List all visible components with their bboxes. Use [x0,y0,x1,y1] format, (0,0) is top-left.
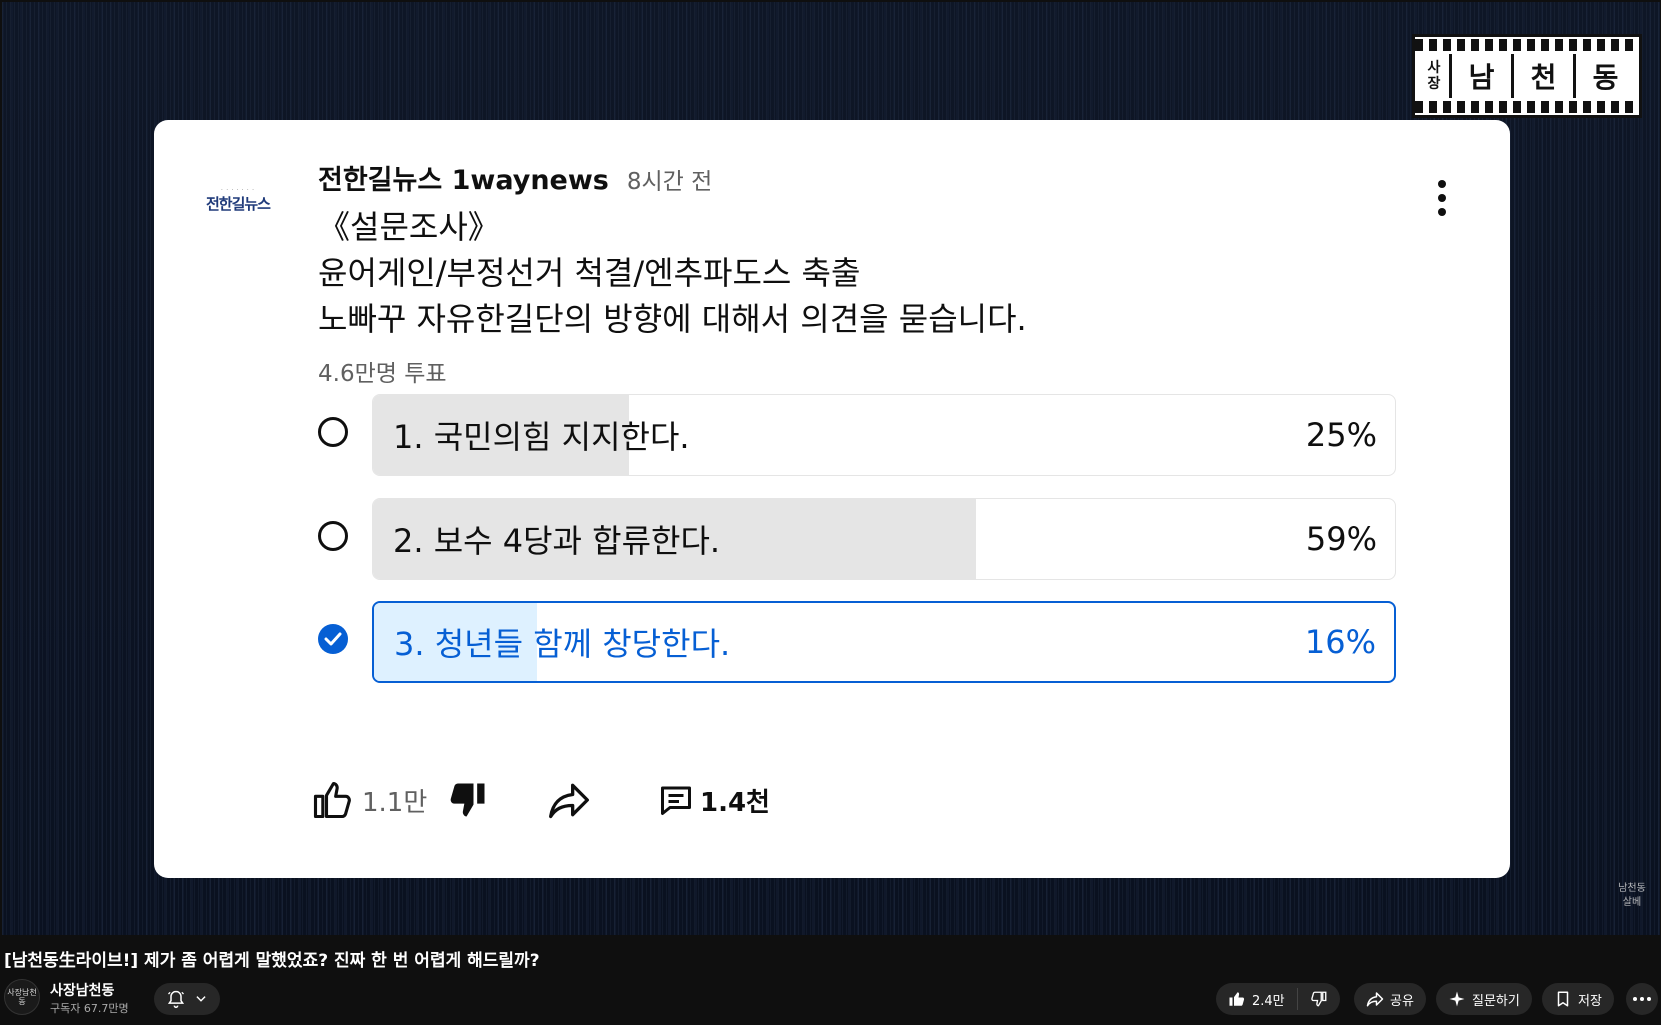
logo-char: 천 [1511,54,1573,98]
poll-radio-2[interactable] [318,521,348,551]
logo-small-text: 사 장 [1427,60,1441,92]
channel-avatar[interactable]: 사장남천동 [4,979,40,1015]
poll-option-label: 3. 청년들 함께 창당한다. [394,625,731,663]
poll-radio-1[interactable] [318,417,348,447]
like-count: 1.1만 [362,788,428,818]
channel-action-bar: 사장남천동 사장남천동 구독자 67.7만명 2.4만 공유 질문하기 저장 [0,975,1661,1023]
dislike-icon[interactable] [1310,990,1328,1008]
sparkle-icon [1449,991,1465,1007]
post-time[interactable]: 8시간 전 [627,162,712,196]
logo-char: 남 [1449,54,1511,98]
video-title: [남천동生라이브!] 제가 좀 어렵게 말했었죠? 진짜 한 번 어렵게 해드릴… [4,951,540,971]
author-name[interactable]: 전한길뉴스 1waynews [318,158,609,197]
post-actions: 1.1만 1.4천 [310,770,1010,830]
share-icon [1366,992,1384,1007]
vote-count: 4.6만명 투표 [318,361,447,387]
post-body: 《설문조사》 윤어게인/부정선거 척결/엔추파도스 축출 노빠꾸 자유한길단의 … [318,204,1027,342]
post-line: 노빠꾸 자유한길단의 방향에 대해서 의견을 묻습니다. [318,300,1027,338]
share-icon[interactable] [546,778,592,822]
film-perforation [1415,101,1639,113]
poll-option-percent: 16% [1304,623,1376,661]
video-player[interactable]: 사 장 남 천 동 남천동 살베 · · · · · · · 전한길뉴스 전한길… [2,2,1660,935]
comment-icon[interactable] [658,782,694,818]
poll-option-1[interactable]: 1. 국민의힘 지지한다. 25% [372,394,1396,476]
author-avatar[interactable]: · · · · · · · 전한길뉴스 [202,182,274,218]
corner-watermark: 남천동 살베 [1618,883,1646,908]
post-header: 전한길뉴스 1waynews 8시간 전 [318,158,712,197]
poll-option-label: 1. 국민의힘 지지한다. [393,418,690,456]
like-dislike-button[interactable]: 2.4만 [1216,983,1340,1015]
poll-option-percent: 25% [1305,416,1377,454]
like-icon[interactable] [310,778,354,822]
save-button[interactable]: 저장 [1542,983,1614,1015]
poll-option-label: 2. 보수 4당과 합류한다. [393,522,721,560]
chevron-down-icon [196,996,206,1002]
post-line: 윤어게인/부정선거 척결/엔추파도스 축출 [318,254,861,292]
post-line: 《설문조사》 [318,208,500,246]
poll-option-3[interactable]: 3. 청년들 함께 창당한다. 16% [372,601,1396,683]
more-options-icon[interactable] [1424,176,1460,220]
check-icon [324,632,342,646]
more-actions-icon[interactable] [1626,983,1658,1015]
share-button[interactable]: 공유 [1354,983,1426,1015]
dislike-icon[interactable] [446,778,490,822]
subscriber-count: 구독자 67.7만명 [50,1002,129,1015]
channel-watermark-logo: 사 장 남 천 동 [1412,34,1642,118]
notification-bell-button[interactable] [154,983,220,1015]
logo-char: 동 [1573,54,1635,98]
poll-radio-3-checked[interactable] [318,624,348,654]
bell-icon [167,990,185,1009]
channel-name[interactable]: 사장남천동 [50,980,114,1000]
poll-option-2[interactable]: 2. 보수 4당과 합류한다. 59% [372,498,1396,580]
like-count: 2.4만 [1252,993,1285,1009]
poll-option-percent: 59% [1305,520,1377,558]
like-icon[interactable] [1228,990,1246,1008]
film-perforation [1415,39,1639,51]
bookmark-icon [1557,991,1569,1007]
ask-button[interactable]: 질문하기 [1436,983,1532,1015]
comment-count[interactable]: 1.4천 [700,782,770,819]
community-post-card: · · · · · · · 전한길뉴스 전한길뉴스 1waynews 8시간 전… [154,120,1510,878]
